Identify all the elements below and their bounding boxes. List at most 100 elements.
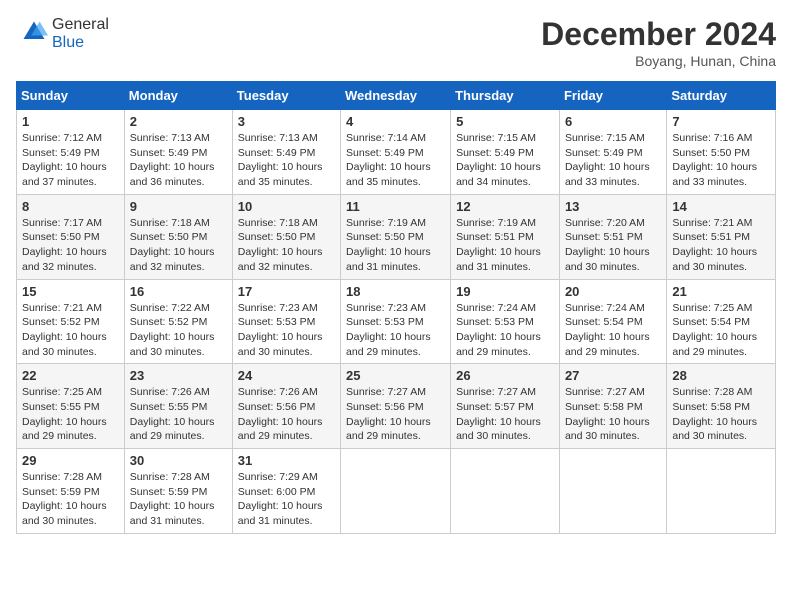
day-number: 30 [130, 453, 227, 468]
day-info: Sunrise: 7:26 AM Sunset: 5:56 PM Dayligh… [238, 385, 335, 444]
day-info: Sunrise: 7:18 AM Sunset: 5:50 PM Dayligh… [238, 216, 335, 275]
day-number: 11 [346, 199, 445, 214]
calendar-cell: 22 Sunrise: 7:25 AM Sunset: 5:55 PM Dayli… [17, 364, 125, 449]
day-info: Sunrise: 7:19 AM Sunset: 5:50 PM Dayligh… [346, 216, 445, 275]
calendar-week-2: 8Sunrise: 7:17 AM Sunset: 5:50 PM Daylig… [17, 194, 776, 279]
logo: General Blue [16, 16, 109, 52]
day-number: 17 [238, 284, 335, 299]
calendar-week-5: 29 Sunrise: 7:28 AM Sunset: 5:59 PM Dayli… [17, 449, 776, 534]
day-number: 14 [672, 199, 770, 214]
calendar-cell: 10 Sunrise: 7:18 AM Sunset: 5:50 PM Dayli… [232, 194, 340, 279]
day-number: 23 [130, 368, 227, 383]
day-info: Sunrise: 7:23 AM Sunset: 5:53 PM Dayligh… [346, 301, 445, 360]
calendar-cell: 2Sunrise: 7:13 AM Sunset: 5:49 PM Daylig… [124, 110, 232, 195]
day-info: Sunrise: 7:27 AM Sunset: 5:56 PM Dayligh… [346, 385, 445, 444]
calendar-cell: 19 Sunrise: 7:24 AM Sunset: 5:53 PM Dayli… [451, 279, 560, 364]
day-info: Sunrise: 7:12 AM Sunset: 5:49 PM Dayligh… [22, 131, 119, 190]
calendar-cell: 1Sunrise: 7:12 AM Sunset: 5:49 PM Daylig… [17, 110, 125, 195]
calendar-cell: 21 Sunrise: 7:25 AM Sunset: 5:54 PM Dayli… [667, 279, 776, 364]
day-number: 3 [238, 114, 335, 129]
day-info: Sunrise: 7:18 AM Sunset: 5:50 PM Dayligh… [130, 216, 227, 275]
calendar-week-4: 22 Sunrise: 7:25 AM Sunset: 5:55 PM Dayli… [17, 364, 776, 449]
day-info: Sunrise: 7:25 AM Sunset: 5:54 PM Dayligh… [672, 301, 770, 360]
day-info: Sunrise: 7:28 AM Sunset: 5:58 PM Dayligh… [672, 385, 770, 444]
day-number: 31 [238, 453, 335, 468]
day-info: Sunrise: 7:21 AM Sunset: 5:51 PM Dayligh… [672, 216, 770, 275]
calendar-header-row: Sunday Monday Tuesday Wednesday Thursday… [17, 82, 776, 110]
calendar-cell: 4 Sunrise: 7:14 AM Sunset: 5:49 PM Daylig… [341, 110, 451, 195]
calendar-cell: 9Sunrise: 7:18 AM Sunset: 5:50 PM Daylig… [124, 194, 232, 279]
location: Boyang, Hunan, China [541, 53, 776, 69]
logo-text: General Blue [52, 16, 109, 52]
calendar-cell: 26Sunrise: 7:27 AM Sunset: 5:57 PM Dayli… [451, 364, 560, 449]
day-number: 22 [22, 368, 119, 383]
calendar-cell [667, 449, 776, 534]
day-info: Sunrise: 7:28 AM Sunset: 5:59 PM Dayligh… [130, 470, 227, 529]
day-number: 21 [672, 284, 770, 299]
calendar-cell: 23 Sunrise: 7:26 AM Sunset: 5:55 PM Dayli… [124, 364, 232, 449]
day-number: 16 [130, 284, 227, 299]
logo-icon [20, 18, 48, 46]
calendar-cell: 15 Sunrise: 7:21 AM Sunset: 5:52 PM Dayli… [17, 279, 125, 364]
calendar-cell [559, 449, 666, 534]
calendar-cell: 18Sunrise: 7:23 AM Sunset: 5:53 PM Dayli… [341, 279, 451, 364]
month-title: December 2024 [541, 16, 776, 53]
day-number: 15 [22, 284, 119, 299]
day-info: Sunrise: 7:16 AM Sunset: 5:50 PM Dayligh… [672, 131, 770, 190]
day-number: 25 [346, 368, 445, 383]
calendar-week-1: 1Sunrise: 7:12 AM Sunset: 5:49 PM Daylig… [17, 110, 776, 195]
calendar-cell: 7Sunrise: 7:16 AM Sunset: 5:50 PM Daylig… [667, 110, 776, 195]
col-tuesday: Tuesday [232, 82, 340, 110]
day-number: 12 [456, 199, 554, 214]
day-info: Sunrise: 7:29 AM Sunset: 6:00 PM Dayligh… [238, 470, 335, 529]
day-number: 6 [565, 114, 661, 129]
calendar-cell: 14 Sunrise: 7:21 AM Sunset: 5:51 PM Dayli… [667, 194, 776, 279]
col-monday: Monday [124, 82, 232, 110]
day-info: Sunrise: 7:27 AM Sunset: 5:57 PM Dayligh… [456, 385, 554, 444]
calendar-cell: 31 Sunrise: 7:29 AM Sunset: 6:00 PM Dayli… [232, 449, 340, 534]
day-number: 24 [238, 368, 335, 383]
calendar-cell: 8Sunrise: 7:17 AM Sunset: 5:50 PM Daylig… [17, 194, 125, 279]
calendar-week-3: 15 Sunrise: 7:21 AM Sunset: 5:52 PM Dayli… [17, 279, 776, 364]
day-info: Sunrise: 7:19 AM Sunset: 5:51 PM Dayligh… [456, 216, 554, 275]
calendar-cell: 6 Sunrise: 7:15 AM Sunset: 5:49 PM Daylig… [559, 110, 666, 195]
calendar-cell [341, 449, 451, 534]
day-info: Sunrise: 7:20 AM Sunset: 5:51 PM Dayligh… [565, 216, 661, 275]
day-info: Sunrise: 7:21 AM Sunset: 5:52 PM Dayligh… [22, 301, 119, 360]
calendar: Sunday Monday Tuesday Wednesday Thursday… [16, 81, 776, 534]
col-thursday: Thursday [451, 82, 560, 110]
day-info: Sunrise: 7:25 AM Sunset: 5:55 PM Dayligh… [22, 385, 119, 444]
day-info: Sunrise: 7:13 AM Sunset: 5:49 PM Dayligh… [238, 131, 335, 190]
col-sunday: Sunday [17, 82, 125, 110]
calendar-cell [451, 449, 560, 534]
calendar-cell: 16 Sunrise: 7:22 AM Sunset: 5:52 PM Dayli… [124, 279, 232, 364]
day-number: 20 [565, 284, 661, 299]
day-info: Sunrise: 7:24 AM Sunset: 5:53 PM Dayligh… [456, 301, 554, 360]
day-number: 29 [22, 453, 119, 468]
col-friday: Friday [559, 82, 666, 110]
day-number: 19 [456, 284, 554, 299]
day-info: Sunrise: 7:22 AM Sunset: 5:52 PM Dayligh… [130, 301, 227, 360]
day-info: Sunrise: 7:28 AM Sunset: 5:59 PM Dayligh… [22, 470, 119, 529]
col-wednesday: Wednesday [341, 82, 451, 110]
day-info: Sunrise: 7:17 AM Sunset: 5:50 PM Dayligh… [22, 216, 119, 275]
calendar-cell: 12 Sunrise: 7:19 AM Sunset: 5:51 PM Dayli… [451, 194, 560, 279]
title-block: December 2024 Boyang, Hunan, China [541, 16, 776, 69]
day-info: Sunrise: 7:15 AM Sunset: 5:49 PM Dayligh… [565, 131, 661, 190]
calendar-cell: 3 Sunrise: 7:13 AM Sunset: 5:49 PM Daylig… [232, 110, 340, 195]
day-number: 5 [456, 114, 554, 129]
day-number: 13 [565, 199, 661, 214]
calendar-cell: 29 Sunrise: 7:28 AM Sunset: 5:59 PM Dayli… [17, 449, 125, 534]
day-info: Sunrise: 7:14 AM Sunset: 5:49 PM Dayligh… [346, 131, 445, 190]
page-header: General Blue December 2024 Boyang, Hunan… [16, 16, 776, 69]
col-saturday: Saturday [667, 82, 776, 110]
calendar-cell: 27Sunrise: 7:27 AM Sunset: 5:58 PM Dayli… [559, 364, 666, 449]
day-info: Sunrise: 7:26 AM Sunset: 5:55 PM Dayligh… [130, 385, 227, 444]
day-number: 10 [238, 199, 335, 214]
calendar-cell: 25 Sunrise: 7:27 AM Sunset: 5:56 PM Dayli… [341, 364, 451, 449]
day-number: 28 [672, 368, 770, 383]
day-number: 2 [130, 114, 227, 129]
day-number: 27 [565, 368, 661, 383]
day-number: 4 [346, 114, 445, 129]
day-info: Sunrise: 7:15 AM Sunset: 5:49 PM Dayligh… [456, 131, 554, 190]
